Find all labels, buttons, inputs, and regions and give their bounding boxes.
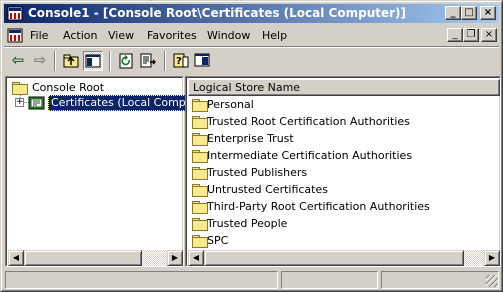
tree-expander[interactable]: + — [15, 98, 24, 107]
console-tree-pane[interactable]: Console Root + Certificates (Local Compu… — [5, 76, 216, 267]
list-item-label: Trusted People — [207, 217, 288, 230]
export-list-button[interactable] — [138, 51, 158, 71]
status-panel-3 — [381, 271, 499, 289]
back-button[interactable]: ⇦ — [8, 51, 28, 71]
folder-icon — [12, 82, 28, 95]
status-panel-main — [5, 271, 278, 289]
help-button[interactable]: ? — [171, 51, 191, 71]
menu-file[interactable]: File — [30, 29, 48, 42]
scroll-right-button[interactable]: ▶ — [167, 250, 183, 266]
list-item-label: Third-Party Root Certification Authoriti… — [207, 200, 430, 213]
mdi-document-icon[interactable] — [7, 28, 23, 43]
folder-icon — [192, 235, 208, 248]
maximize-button[interactable]: □ — [461, 6, 477, 20]
export-list-icon — [140, 53, 156, 68]
refresh-button[interactable] — [116, 51, 136, 71]
mmc-app-icon — [7, 6, 23, 21]
svg-text:?: ? — [176, 56, 182, 67]
refresh-icon — [119, 53, 133, 69]
title-bar[interactable]: Console1 - [Console Root\Certificates (L… — [4, 4, 499, 23]
up-folder-icon — [63, 54, 79, 68]
folder-icon — [192, 133, 208, 146]
toolbar-separator — [164, 51, 166, 71]
list-item-label: Intermediate Certification Authorities — [207, 149, 413, 162]
toolbar: ⇦ ⇨ ? — [4, 49, 499, 73]
close-button[interactable]: × — [480, 6, 496, 20]
window-title: Console1 - [Console Root\Certificates (L… — [28, 6, 406, 20]
list-item-label: SPC — [207, 234, 229, 247]
show-hide-console-tree-button[interactable] — [83, 51, 103, 71]
mdi-close-button[interactable]: × — [481, 28, 497, 42]
menu-favorites[interactable]: Favorites — [147, 29, 197, 42]
mmc-window: Console1 - [Console Root\Certificates (L… — [0, 0, 503, 292]
folder-icon — [192, 116, 208, 129]
minimize-button[interactable]: _ — [445, 6, 461, 20]
column-header-logical-store-name[interactable]: Logical Store Name — [188, 79, 500, 96]
scroll-left-button[interactable]: ◀ — [8, 250, 24, 266]
tree-horizontal-scrollbar[interactable]: ◀ ▶ — [8, 250, 183, 266]
list-item-label: Personal — [207, 98, 254, 111]
resize-grip[interactable] — [486, 275, 498, 287]
help-book-icon: ? — [173, 53, 189, 68]
scroll-thumb[interactable] — [24, 250, 142, 266]
folder-icon — [192, 99, 208, 112]
list-item-label: Trusted Publishers — [207, 166, 308, 179]
menu-window[interactable]: Window — [207, 29, 250, 42]
scroll-left-button[interactable]: ◀ — [188, 250, 204, 266]
folder-icon — [192, 150, 208, 163]
toolbar-separator — [109, 51, 111, 71]
folder-icon — [192, 167, 208, 180]
folder-icon — [192, 184, 208, 197]
mdi-restore-button[interactable]: ❐ — [463, 28, 479, 42]
menu-bar: File Action View Favorites Window Help — [4, 25, 499, 46]
list-item-label: Trusted Root Certification Authorities — [207, 115, 410, 128]
menu-help[interactable]: Help — [262, 29, 287, 42]
action-pane-icon — [194, 53, 210, 67]
menu-view[interactable]: View — [108, 29, 134, 42]
list-item-label: Enterprise Trust — [207, 132, 294, 145]
menu-separator — [4, 46, 499, 48]
mdi-minimize-button[interactable]: _ — [447, 28, 463, 42]
status-panel-2 — [281, 271, 378, 289]
menu-action[interactable]: Action — [63, 29, 97, 42]
folder-icon — [192, 218, 208, 231]
console-tree-icon — [85, 54, 101, 68]
up-one-level-button[interactable] — [61, 51, 81, 71]
list-horizontal-scrollbar[interactable]: ◀ ▶ — [188, 250, 500, 266]
list-item-label: Untrusted Certificates — [207, 183, 328, 196]
tree-node-label: Console Root — [32, 81, 105, 94]
certificates-snapin-icon — [28, 96, 45, 110]
results-list-pane[interactable]: Logical Store Name Personal Trusted Root… — [185, 76, 501, 267]
toolbar-separator — [54, 51, 56, 71]
scroll-thumb[interactable] — [204, 250, 464, 266]
show-hide-action-pane-button[interactable] — [193, 51, 213, 71]
folder-icon — [192, 201, 208, 214]
scroll-right-button[interactable]: ▶ — [484, 250, 500, 266]
forward-button[interactable]: ⇨ — [30, 51, 50, 71]
